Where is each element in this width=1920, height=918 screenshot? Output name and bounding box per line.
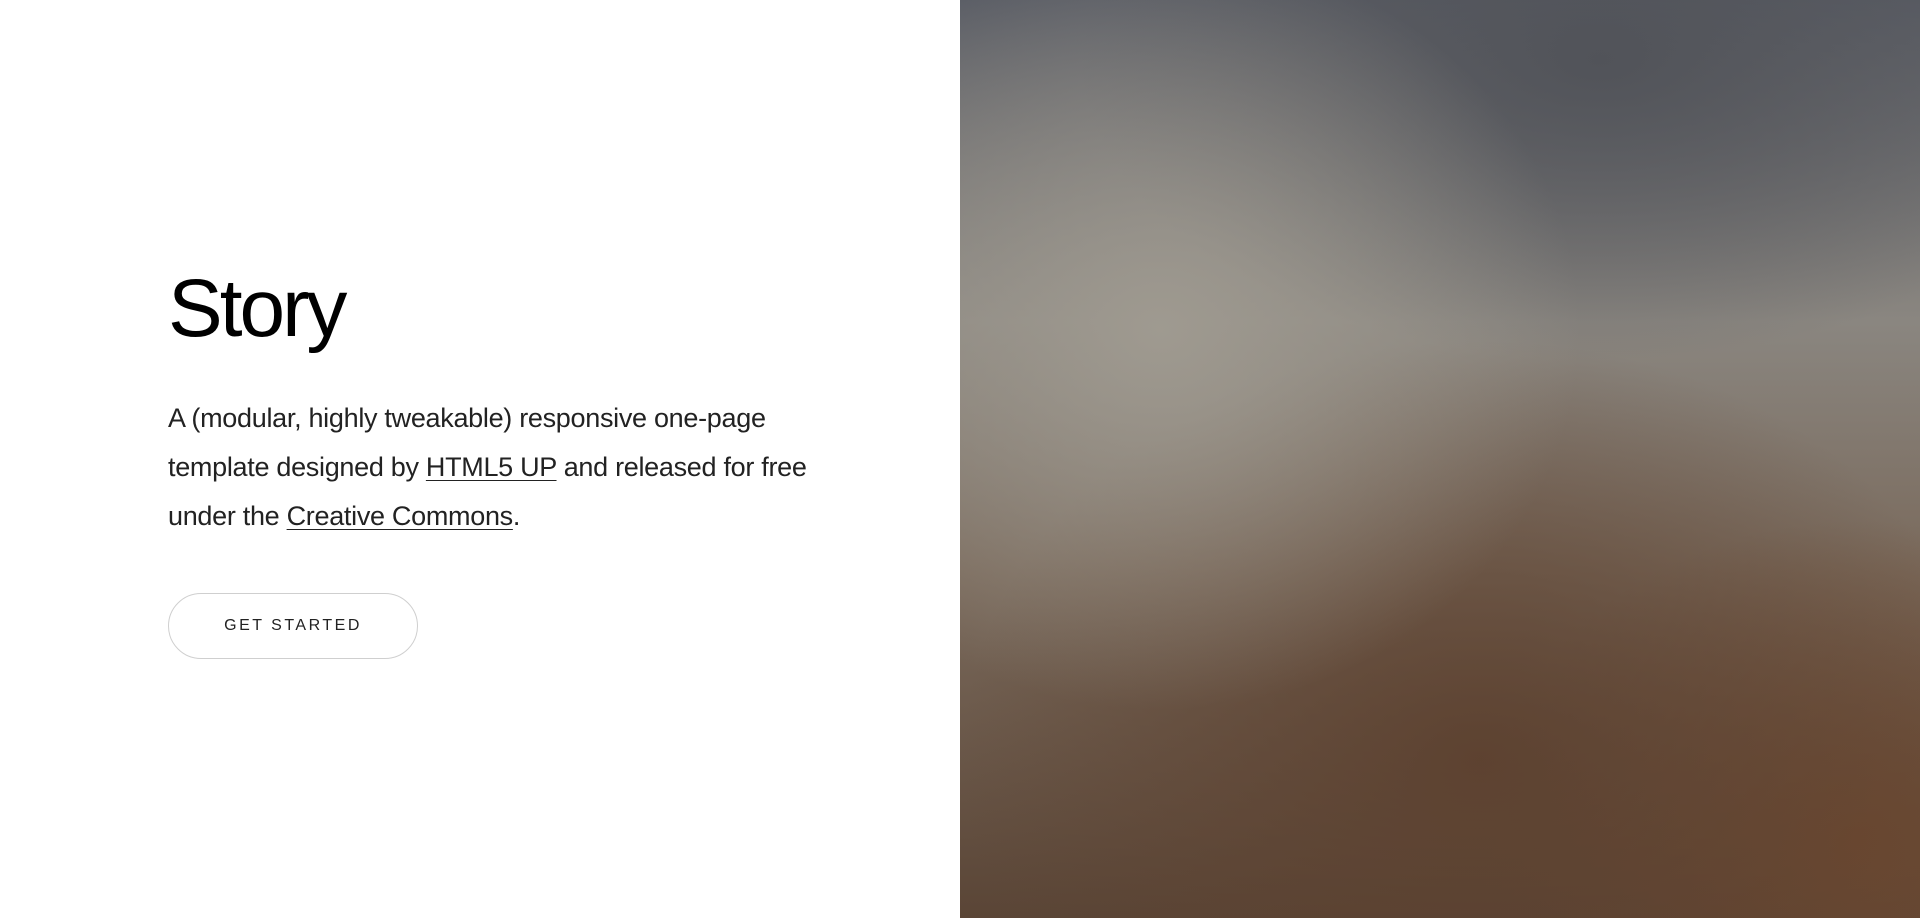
creative-commons-link[interactable]: Creative Commons bbox=[287, 501, 514, 531]
actions: GET STARTED bbox=[168, 593, 808, 659]
banner-content: Story A (modular, highly tweakable) resp… bbox=[0, 0, 960, 918]
html5up-link[interactable]: HTML5 UP bbox=[426, 452, 557, 482]
banner: Story A (modular, highly tweakable) resp… bbox=[0, 0, 1920, 918]
banner-inner: Story A (modular, highly tweakable) resp… bbox=[168, 268, 808, 659]
page-title: Story bbox=[168, 263, 347, 354]
banner-description: A (modular, highly tweakable) responsive… bbox=[168, 394, 808, 541]
banner-image bbox=[960, 0, 1920, 918]
get-started-button[interactable]: GET STARTED bbox=[168, 593, 418, 659]
description-text-3: . bbox=[512, 501, 521, 531]
